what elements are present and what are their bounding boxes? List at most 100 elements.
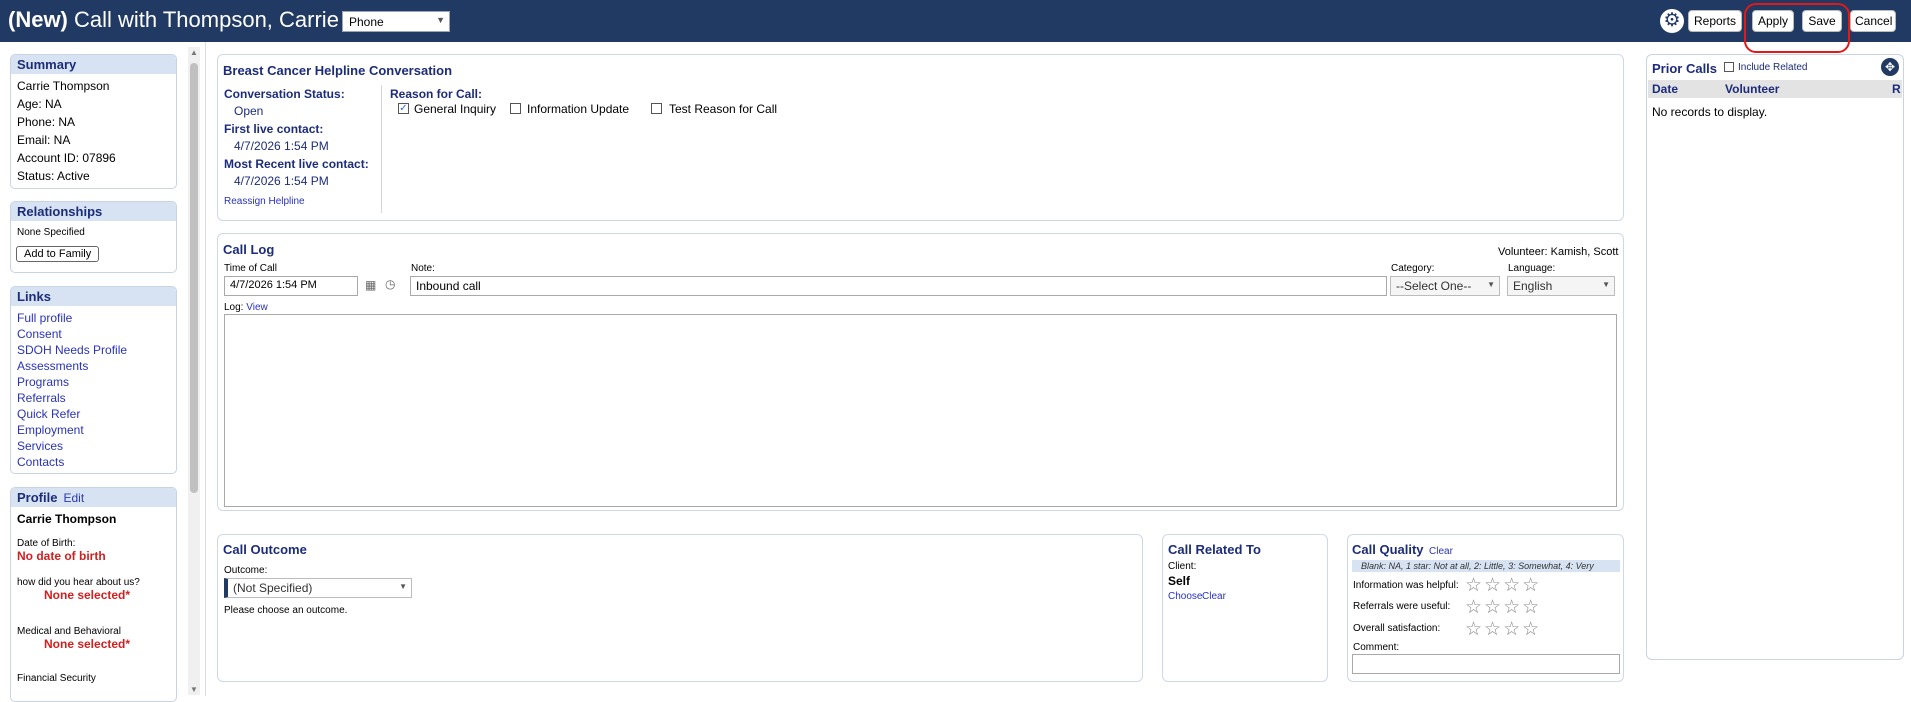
link-programs[interactable]: Programs (11, 374, 176, 390)
title-bar: (New) Call with Thompson, Carrie Phone ▼ … (0, 0, 1911, 42)
comment-label: Comment: (1353, 642, 1400, 653)
summary-box: Summary Carrie Thompson Age: NA Phone: N… (10, 54, 177, 189)
expand-icon[interactable]: ✥ (1881, 58, 1899, 76)
call-log-title: Call Log (223, 242, 275, 257)
outcome-select[interactable]: (Not Specified) ▼ (224, 578, 412, 598)
prior-calls-table-header: Date Volunteer R (1648, 80, 1902, 98)
include-related-label: Include Related (1738, 62, 1808, 73)
reason-information-update-label: Information Update (527, 102, 630, 116)
language-value: English (1513, 279, 1553, 293)
gear-icon[interactable]: ⚙ (1660, 9, 1684, 33)
page-title: (New) Call with Thompson, Carrie (8, 7, 339, 33)
choose-link[interactable]: Choose (1168, 591, 1202, 602)
note-input[interactable]: Inbound call (410, 276, 1387, 296)
divider (205, 42, 206, 696)
client-label: Client: (1168, 561, 1197, 572)
divider (381, 85, 382, 213)
link-referrals[interactable]: Referrals (11, 390, 176, 406)
category-label: Category: (1391, 263, 1435, 274)
sidebar-scrollbar[interactable]: ▲ ▼ (188, 47, 200, 695)
dob-label: Date of Birth: (17, 538, 76, 549)
links-box: Links Full profile Consent SDOH Needs Pr… (10, 286, 177, 474)
recent-contact-label: Most Recent live contact: (224, 157, 369, 171)
volunteer-label: Volunteer: (1498, 246, 1548, 258)
q1-star-rating[interactable]: ☆☆☆☆ (1465, 576, 1541, 595)
channel-value: Phone (349, 15, 384, 29)
heard-label: how did you hear about us? (17, 577, 140, 588)
quality-legend: Blank: NA, 1 star: Not at all, 2: Little… (1352, 560, 1620, 572)
call-title: Call with Thompson, Carrie (74, 7, 339, 32)
reports-button[interactable]: Reports (1688, 10, 1742, 32)
comment-input[interactable] (1352, 654, 1620, 674)
summary-heading: Summary (11, 55, 176, 74)
profile-heading-label: Profile (17, 490, 58, 505)
prior-calls-title: Prior Calls (1652, 61, 1718, 76)
quality-clear-link[interactable]: Clear (1429, 546, 1453, 557)
medical-label: Medical and Behavioral (17, 626, 121, 637)
link-contacts[interactable]: Contacts (11, 454, 176, 470)
summary-age: Age: NA (17, 97, 62, 111)
summary-email: Email: NA (17, 133, 71, 147)
clear-link[interactable]: Clear (1202, 591, 1226, 602)
volunteer-value: Kamish, Scott (1550, 246, 1619, 258)
note-label: Note: (411, 263, 435, 274)
prior-calls-empty: No records to display. (1652, 105, 1768, 119)
call-outcome-title: Call Outcome (223, 542, 307, 557)
chevron-down-icon: ▼ (1602, 280, 1610, 289)
link-full-profile[interactable]: Full profile (11, 310, 176, 326)
q3-label: Overall satisfaction: (1353, 623, 1441, 634)
q2-star-rating[interactable]: ☆☆☆☆ (1465, 598, 1541, 617)
first-contact-value: 4/7/2026 1:54 PM (234, 139, 329, 153)
chevron-down-icon: ▼ (399, 582, 407, 591)
scrollbar-thumb[interactable] (190, 63, 198, 493)
include-related-checkbox[interactable] (1724, 62, 1734, 72)
summary-name: Carrie Thompson (17, 79, 110, 93)
scroll-up-icon[interactable]: ▲ (190, 48, 198, 57)
status-label: Conversation Status: (224, 87, 345, 101)
first-contact-label: First live contact: (224, 122, 324, 136)
reassign-helpline-link[interactable]: Reassign Helpline (224, 196, 305, 207)
language-select[interactable]: English ▼ (1507, 276, 1615, 296)
col-r[interactable]: R (1892, 82, 1901, 96)
call-related-title: Call Related To (1168, 542, 1261, 557)
reason-general-inquiry-checkbox[interactable]: ✓ (398, 103, 409, 114)
link-quick-refer[interactable]: Quick Refer (11, 406, 176, 422)
profile-edit-link[interactable]: Edit (63, 491, 84, 505)
link-services[interactable]: Services (11, 438, 176, 454)
dob-value: No date of birth (17, 549, 106, 563)
recent-contact-value: 4/7/2026 1:54 PM (234, 174, 329, 188)
cancel-button[interactable]: Cancel (1850, 10, 1896, 32)
reason-test-checkbox[interactable] (651, 103, 662, 114)
call-log-panel: Call Log Volunteer: Kamish, Scott Time o… (217, 233, 1624, 511)
log-textarea[interactable] (224, 314, 1617, 507)
summary-phone: Phone: NA (17, 115, 76, 129)
profile-heading: Profile Edit (11, 488, 176, 507)
time-of-call-input[interactable]: 4/7/2026 1:54 PM (224, 276, 358, 296)
link-consent[interactable]: Consent (11, 326, 176, 342)
summary-status: Status: Active (17, 169, 90, 183)
financial-label: Financial Security (17, 673, 96, 684)
heard-value: None selected* (44, 588, 131, 602)
link-sdoh-needs-profile[interactable]: SDOH Needs Profile (11, 342, 176, 358)
reason-information-update-checkbox[interactable] (510, 103, 521, 114)
link-employment[interactable]: Employment (11, 422, 176, 438)
col-volunteer[interactable]: Volunteer (1725, 82, 1779, 96)
reason-general-inquiry-label: General Inquiry (414, 102, 497, 116)
channel-select[interactable]: Phone ▼ (342, 11, 450, 32)
status-value: Open (234, 104, 264, 118)
log-view-link[interactable]: View (246, 302, 268, 313)
clock-icon[interactable]: ◷ (385, 277, 395, 291)
add-to-family-button[interactable]: Add to Family (16, 246, 100, 262)
link-assessments[interactable]: Assessments (11, 358, 176, 374)
chevron-down-icon: ▼ (436, 15, 445, 25)
col-date[interactable]: Date (1652, 82, 1678, 96)
reason-test-label: Test Reason for Call (669, 102, 778, 116)
scroll-down-icon[interactable]: ▼ (190, 685, 198, 694)
outcome-value: (Not Specified) (233, 581, 313, 595)
calendar-icon[interactable]: ▦ (365, 278, 376, 292)
language-label: Language: (1508, 263, 1556, 274)
volunteer: Volunteer: Kamish, Scott (1498, 246, 1618, 258)
category-select[interactable]: --Select One-- ▼ (1390, 276, 1500, 296)
conversation-panel: Breast Cancer Helpline Conversation Conv… (217, 54, 1624, 221)
q3-star-rating[interactable]: ☆☆☆☆ (1465, 620, 1541, 639)
